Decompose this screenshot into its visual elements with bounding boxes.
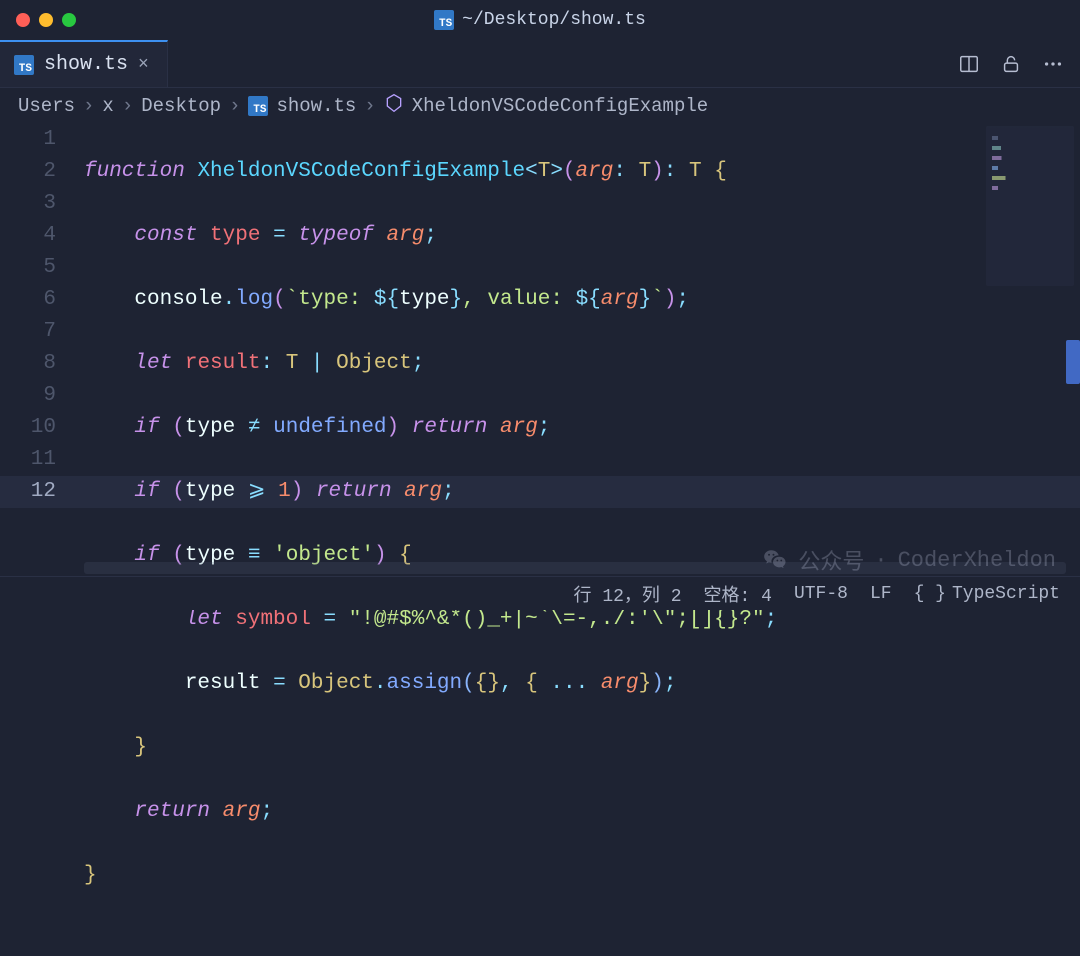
chevron-right-icon: ›: [122, 95, 133, 117]
symbol-icon: [384, 93, 404, 119]
status-indent[interactable]: 空格: 4: [704, 581, 772, 607]
code-content[interactable]: function XheldonVSCodeConfigExample<T>(a…: [84, 124, 1080, 576]
ts-file-icon: TS: [434, 10, 454, 30]
ts-file-icon: TS: [248, 96, 268, 116]
braces-icon: { }: [914, 584, 946, 604]
window-title-text: ~/Desktop/show.ts: [462, 10, 646, 30]
close-icon[interactable]: ×: [138, 55, 149, 75]
line-number: 11: [0, 444, 56, 476]
line-number: 3: [0, 188, 56, 220]
line-number: 2: [0, 156, 56, 188]
status-cursor[interactable]: 行 12，列 2: [574, 581, 682, 607]
status-encoding[interactable]: UTF-8: [794, 584, 848, 604]
minimize-window-button[interactable]: [39, 13, 53, 27]
status-bar: 行 12，列 2 空格: 4 UTF-8 LF { } TypeScript: [0, 576, 1080, 610]
line-number: 7: [0, 316, 56, 348]
line-number: 6: [0, 284, 56, 316]
breadcrumb[interactable]: Users › x › Desktop › TS show.ts › Xheld…: [0, 88, 1080, 124]
chevron-right-icon: ›: [364, 95, 375, 117]
status-language[interactable]: { } TypeScript: [914, 584, 1060, 604]
code-editor[interactable]: 1 2 3 4 5 6 7 8 9 10 11 12 function Xhel…: [0, 124, 1080, 576]
breadcrumb-segment[interactable]: Desktop: [141, 95, 221, 117]
more-icon[interactable]: [1042, 53, 1064, 75]
breadcrumb-segment[interactable]: x: [102, 95, 113, 117]
maximize-window-button[interactable]: [62, 13, 76, 27]
line-number: 5: [0, 252, 56, 284]
tab-label: show.ts: [44, 53, 128, 76]
traffic-lights: [16, 13, 76, 27]
window-title: TS ~/Desktop/show.ts: [0, 10, 1080, 30]
split-editor-icon[interactable]: [958, 53, 980, 75]
tabs-row: TS show.ts ×: [0, 40, 1080, 88]
status-language-label: TypeScript: [952, 584, 1060, 604]
line-number-gutter: 1 2 3 4 5 6 7 8 9 10 11 12: [0, 124, 84, 576]
line-number: 4: [0, 220, 56, 252]
line-number: 8: [0, 348, 56, 380]
chevron-right-icon: ›: [83, 95, 94, 117]
line-number: 10: [0, 412, 56, 444]
editor-actions: [958, 40, 1080, 87]
breadcrumb-segment[interactable]: Users: [18, 95, 75, 117]
ts-file-icon: TS: [14, 55, 34, 75]
line-number: 9: [0, 380, 56, 412]
titlebar: TS ~/Desktop/show.ts: [0, 0, 1080, 40]
tab-show-ts[interactable]: TS show.ts ×: [0, 40, 168, 87]
horizontal-scrollbar[interactable]: [84, 562, 1066, 574]
line-number: 1: [0, 124, 56, 156]
lock-icon[interactable]: [1000, 53, 1022, 75]
status-eol[interactable]: LF: [870, 584, 892, 604]
breadcrumb-file-label: show.ts: [276, 95, 356, 117]
chevron-right-icon: ›: [229, 95, 240, 117]
minimap[interactable]: [986, 126, 1074, 286]
close-window-button[interactable]: [16, 13, 30, 27]
breadcrumb-file[interactable]: TS show.ts: [248, 95, 356, 117]
breadcrumb-symbol[interactable]: XheldonVSCodeConfigExample: [412, 95, 708, 117]
scrollbar-thumb[interactable]: [1066, 340, 1080, 384]
